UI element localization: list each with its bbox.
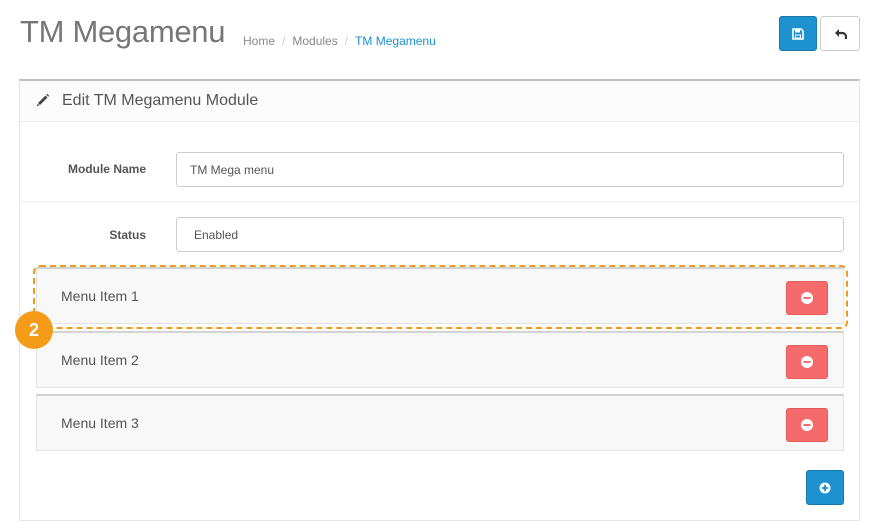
module-name-input[interactable] <box>176 152 844 187</box>
status-select[interactable]: Enabled <box>176 217 844 252</box>
back-button[interactable] <box>820 16 860 51</box>
panel-heading: Edit TM Megamenu Module <box>20 81 859 122</box>
remove-menu-item-button[interactable] <box>786 345 828 379</box>
menu-item[interactable]: Menu Item 2 <box>36 331 844 388</box>
menu-item[interactable]: Menu Item 3 <box>36 394 844 451</box>
menu-item-label: Menu Item 2 <box>61 352 139 368</box>
remove-menu-item-button[interactable] <box>786 281 828 315</box>
breadcrumb-separator: / <box>344 34 349 48</box>
minus-circle-icon <box>801 419 813 431</box>
module-name-row: Module Name <box>20 122 859 202</box>
panel-title: Edit TM Megamenu Module <box>62 92 259 109</box>
add-menu-item-button[interactable] <box>806 470 844 505</box>
plus-circle-icon <box>819 482 831 493</box>
save-button[interactable] <box>779 16 817 51</box>
status-row: Status Enabled <box>20 202 859 268</box>
step-badge: 2 <box>15 311 53 349</box>
status-label: Status <box>109 228 146 242</box>
breadcrumb: Home / Modules / TM Megamenu <box>243 34 436 48</box>
menu-item-label: Menu Item 3 <box>61 415 139 431</box>
breadcrumb-current[interactable]: TM Megamenu <box>355 34 436 48</box>
pencil-icon <box>37 93 50 106</box>
reply-arrow-icon <box>834 28 847 39</box>
menu-item-label: Menu Item 1 <box>61 288 139 304</box>
breadcrumb-home[interactable]: Home <box>243 34 275 48</box>
remove-menu-item-button[interactable] <box>786 408 828 442</box>
page-header: TM Megamenu Home / Modules / TM Megamenu <box>0 0 880 70</box>
module-name-label: Module Name <box>67 162 146 176</box>
minus-circle-icon <box>801 292 813 304</box>
page-title: TM Megamenu <box>20 14 226 49</box>
minus-circle-icon <box>801 356 813 368</box>
menu-item[interactable]: Menu Item 1 <box>36 267 844 324</box>
breadcrumb-separator: / <box>282 34 286 48</box>
floppy-disk-icon <box>792 27 804 40</box>
breadcrumb-modules[interactable]: Modules <box>292 34 337 48</box>
